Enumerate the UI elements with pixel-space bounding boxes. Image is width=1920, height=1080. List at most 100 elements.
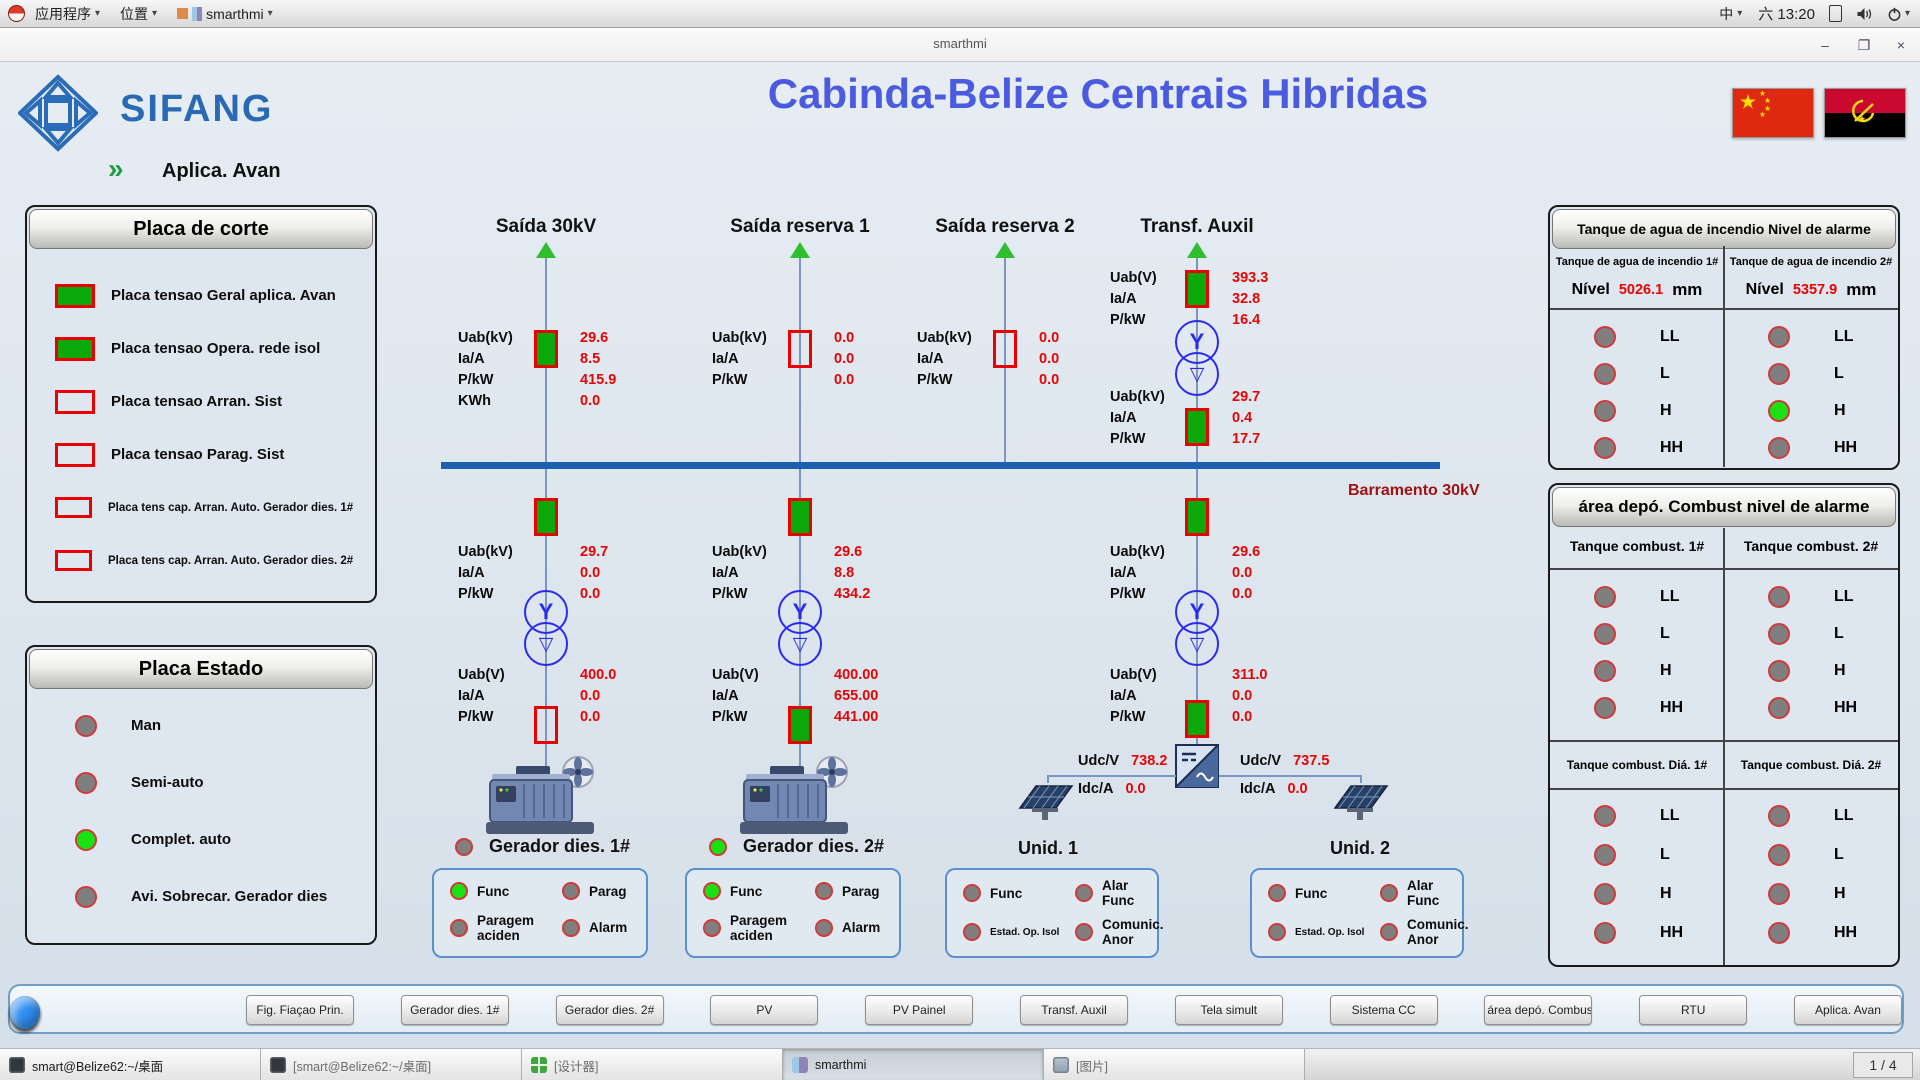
- menu-places[interactable]: 位置▾: [110, 0, 167, 27]
- branch1-breaker-upper[interactable]: [534, 498, 558, 536]
- pv-panel-icon: [1018, 780, 1074, 822]
- alarm-level-label: HH: [1834, 924, 1857, 942]
- close-button[interactable]: ×: [1890, 35, 1912, 55]
- nav-button[interactable]: Gerador dies. 2#: [556, 995, 664, 1025]
- taskbar-item[interactable]: [图片]: [1044, 1049, 1305, 1080]
- nav-button[interactable]: área depó. Combust: [1484, 995, 1592, 1025]
- estado-item: Man: [75, 697, 327, 754]
- status-led: [1380, 884, 1398, 902]
- branch2-breaker-upper[interactable]: [788, 498, 812, 536]
- measurement-label: Uab(V): [1110, 270, 1232, 286]
- tank-name: Tanque de agua de incendio 2#: [1724, 256, 1898, 268]
- dc-voltage-left: Udc/V 738.2: [1078, 753, 1167, 769]
- busbar-30kv: [441, 462, 1440, 469]
- alarm-level-label: H: [1834, 662, 1846, 680]
- branch2-upper-measurements: Uab(kV)29.6Ia/A8.8P/kW434.2: [712, 541, 952, 604]
- measurement-value: 400.00: [834, 667, 878, 683]
- brand-name: SIFANG: [120, 88, 273, 131]
- maximize-button[interactable]: ❐: [1853, 35, 1875, 55]
- branch3-breaker-lower[interactable]: [1185, 700, 1209, 738]
- feeder4-breaker-upper[interactable]: [1185, 270, 1209, 308]
- input-method-label: 中: [1719, 4, 1733, 24]
- workspace-pager[interactable]: 1 / 4: [1853, 1052, 1913, 1078]
- clock[interactable]: 六 13:20: [1758, 3, 1815, 24]
- corte-item: Placa tens cap. Arran. Auto. Gerador die…: [55, 534, 353, 587]
- measurement-value: 29.6: [580, 330, 608, 346]
- status-label: Paragem aciden: [477, 913, 552, 944]
- alarm-led: [1768, 844, 1790, 866]
- measurement-value: 29.6: [834, 544, 862, 560]
- china-flag: [1732, 88, 1814, 138]
- dc-label: Idc/A: [1240, 781, 1275, 797]
- nav-button[interactable]: RTU: [1639, 995, 1747, 1025]
- status-item: Paragem aciden: [440, 913, 552, 944]
- menu-window[interactable]: smarthmi▾: [167, 0, 283, 27]
- nav-button[interactable]: Gerador dies. 1#: [401, 995, 509, 1025]
- measurement-value: 29.7: [580, 544, 608, 560]
- dc-value: 737.5: [1293, 753, 1329, 769]
- nav-button[interactable]: Tela simult: [1175, 995, 1283, 1025]
- measurement-value: 0.0: [834, 372, 854, 388]
- status-item: Alarm: [805, 913, 893, 944]
- branch2-breaker-lower[interactable]: [788, 706, 812, 744]
- feeder-name: Saída 30kV: [496, 216, 596, 238]
- measurement-label: P/kW: [1110, 431, 1232, 447]
- display-icon[interactable]: [1829, 5, 1842, 22]
- measurement-label: Uab(V): [712, 667, 834, 683]
- nav-button[interactable]: PV: [710, 995, 818, 1025]
- measurement-label: Uab(kV): [1110, 544, 1232, 560]
- volume-icon[interactable]: [1856, 6, 1873, 22]
- feeder1-breaker[interactable]: [534, 330, 558, 368]
- tank-name: Tanque combust. 2#: [1724, 538, 1898, 554]
- input-method-indicator[interactable]: 中▾: [1717, 4, 1744, 24]
- menu-applications[interactable]: 应用程序▾: [25, 0, 110, 27]
- feeder3-measurements: Uab(kV)0.0Ia/A0.0P/kW0.0: [917, 327, 1157, 390]
- alarm-level-label: HH: [1660, 439, 1683, 457]
- generator1-title: Gerador dies. 1#: [455, 836, 630, 857]
- distro-menu-icon[interactable]: [8, 5, 25, 22]
- nav-button[interactable]: Transf. Auxil: [1020, 995, 1128, 1025]
- alarm-led: [1768, 400, 1790, 422]
- dc-label: Idc/A: [1078, 781, 1113, 797]
- taskbar-item-icon: [1053, 1057, 1069, 1073]
- alarm-led: [1768, 363, 1790, 385]
- taskbar-item[interactable]: [设计器]: [522, 1049, 783, 1080]
- minimize-button[interactable]: –: [1814, 35, 1836, 55]
- nav-button[interactable]: Fig. Fiaçao Prin.: [246, 995, 354, 1025]
- alarm-level-label: L: [1660, 625, 1670, 643]
- feeder2-breaker[interactable]: [788, 330, 812, 368]
- fuel-tank1-leds: LLLHHH: [1550, 578, 1724, 726]
- taskbar-item[interactable]: smarthmi: [783, 1049, 1044, 1080]
- window-title: smarthmi: [0, 36, 1920, 51]
- alarm-led: [1594, 623, 1616, 645]
- power-menu[interactable]: ▾: [1887, 6, 1910, 22]
- nav-buttons: Fig. Fiaçao Prin. Gerador dies. 1# Gerador…: [246, 995, 1902, 1025]
- nav-button[interactable]: Aplica. Avan: [1794, 995, 1902, 1025]
- branch1-breaker-lower[interactable]: [534, 706, 558, 744]
- feeder4-breaker-lower[interactable]: [1185, 408, 1209, 446]
- corte-item: Placa tensao Arran. Sist: [55, 375, 353, 428]
- corte-item: Placa tensao Parag. Sist: [55, 428, 353, 481]
- measurement-value: 0.0: [580, 393, 600, 409]
- tank-name: Tanque combust. Diá. 2#: [1724, 758, 1898, 772]
- current-view-label: Aplica. Avan: [162, 160, 281, 183]
- status-label: Alar Func: [1102, 878, 1164, 909]
- alarm-level-label: LL: [1834, 588, 1854, 606]
- measurement-label: Ia/A: [712, 688, 834, 704]
- taskbar-item[interactable]: smart@Belize62:~/桌面: [0, 1049, 261, 1080]
- measurement-value: 0.0: [834, 351, 854, 367]
- unit1-title: Unid. 1: [1018, 838, 1078, 859]
- estado-item-label: Complet. auto: [131, 831, 231, 848]
- taskbar-item[interactable]: [smart@Belize62:~/桌面]: [261, 1049, 522, 1080]
- measurement-label: Ia/A: [458, 351, 580, 367]
- status-label: Paragem aciden: [730, 913, 805, 944]
- feeder3-breaker[interactable]: [993, 330, 1017, 368]
- alarm-level-label: HH: [1660, 924, 1683, 942]
- status-item: Func: [440, 882, 552, 900]
- branch3-breaker-upper[interactable]: [1185, 498, 1209, 536]
- status-label: Alarm: [589, 920, 627, 936]
- nav-button[interactable]: PV Painel: [865, 995, 973, 1025]
- nav-button[interactable]: Sistema CC: [1330, 995, 1438, 1025]
- alarm-level-label: HH: [1834, 439, 1857, 457]
- measurement-value: 17.7: [1232, 431, 1260, 447]
